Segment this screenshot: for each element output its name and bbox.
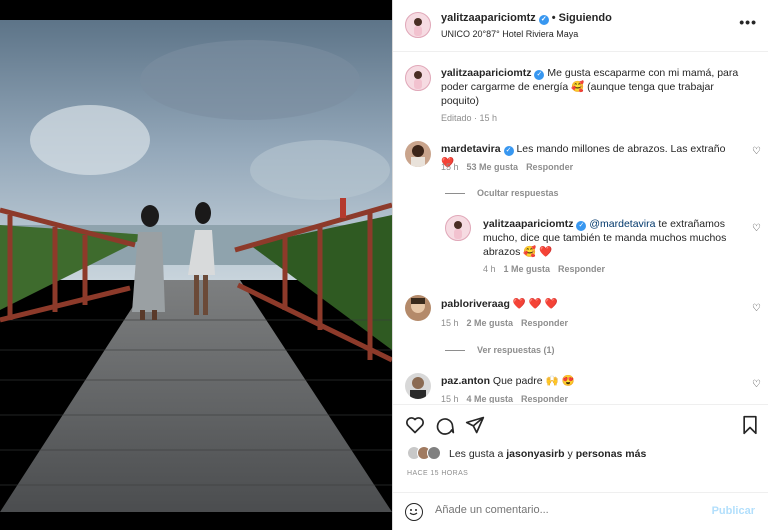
comment-text: ❤️ ❤️ ❤️ xyxy=(512,298,558,310)
reply-username[interactable]: yalitzaapariciomtz xyxy=(483,218,573,230)
post-photo[interactable] xyxy=(0,20,392,512)
post-sidebar: yalitzaapariciomtz ✓ • Siguiendo UNICO 20°8… xyxy=(392,0,768,530)
comment-time: 15 h xyxy=(441,394,459,403)
comment-composer: Publicar xyxy=(393,492,768,530)
comment-likes[interactable]: 4 Me gusta xyxy=(467,394,514,403)
comment-like-heart-icon[interactable]: ♡ xyxy=(752,303,761,314)
comment-text: Que padre xyxy=(492,375,543,387)
comment-like-heart-icon[interactable]: ♡ xyxy=(752,146,761,157)
following-button[interactable]: Siguiendo xyxy=(559,12,612,24)
post-location[interactable]: UNICO 20°87° Hotel Riviera Maya xyxy=(441,29,578,39)
commenter-avatar[interactable] xyxy=(405,141,431,167)
comment-like-heart-icon[interactable]: ♡ xyxy=(752,379,761,390)
reply-likes[interactable]: 1 Me gusta xyxy=(504,264,551,274)
caption-avatar[interactable] xyxy=(405,65,431,91)
reply-emoji: 🥰 ❤️ xyxy=(523,246,553,258)
post-header: yalitzaapariciomtz ✓ • Siguiendo UNICO 20°8… xyxy=(393,0,768,52)
post-actions xyxy=(393,404,768,444)
reply-like-heart-icon[interactable]: ♡ xyxy=(752,223,761,234)
reply-button[interactable]: Responder xyxy=(521,318,568,328)
hide-replies-button[interactable]: Ocultar respuestas xyxy=(445,188,559,198)
reply-button[interactable]: Responder xyxy=(521,394,568,403)
comment-username[interactable]: mardetavira xyxy=(441,143,501,155)
comment-text: Les mando millones de abrazos. Las extra… xyxy=(516,143,726,155)
comment-meta: 15 h 4 Me gusta Responder xyxy=(441,394,568,403)
share-icon[interactable] xyxy=(465,415,485,435)
heart-icon[interactable] xyxy=(405,415,425,435)
bookmark-icon[interactable] xyxy=(741,415,759,435)
caption: yalitzaapariciomtz ✓ Me gusta escaparme c… xyxy=(441,66,751,108)
reply-button[interactable]: Responder xyxy=(558,264,605,274)
photo-top-bar xyxy=(0,0,392,20)
verified-icon: ✓ xyxy=(538,15,549,25)
verified-icon: ✓ xyxy=(534,70,545,80)
author-username[interactable]: yalitzaapariciomtz xyxy=(441,12,536,24)
publish-button[interactable]: Publicar xyxy=(712,505,755,517)
caption-username[interactable]: yalitzaapariciomtz xyxy=(441,67,531,79)
comment-likes[interactable]: 2 Me gusta xyxy=(467,318,514,328)
likes-prefix: Les gusta a xyxy=(449,448,504,460)
reply-meta: 4 h 1 Me gusta Responder xyxy=(483,264,605,274)
comment-time: 15 h xyxy=(441,162,459,172)
reply-avatar[interactable] xyxy=(445,215,471,241)
likes-others-link[interactable]: personas más xyxy=(576,448,647,460)
likes-conj: y xyxy=(567,448,573,460)
comment: paz.anton Que padre 🙌 😍 xyxy=(441,374,741,388)
comment: pabloriveraag ❤️ ❤️ ❤️ xyxy=(441,297,741,311)
comment-input[interactable] xyxy=(435,504,695,516)
comment-username[interactable]: pabloriveraag xyxy=(441,298,510,310)
comment-icon[interactable] xyxy=(435,415,455,435)
liker-avatar[interactable] xyxy=(427,446,441,460)
photo-bottom-bar xyxy=(0,512,392,530)
comment-time: 15 h xyxy=(441,318,459,328)
comments-list[interactable]: yalitzaapariciomtz ✓ Me gusta escaparme c… xyxy=(393,53,768,403)
comment-username[interactable]: paz.anton xyxy=(441,375,490,387)
commenter-avatar[interactable] xyxy=(405,295,431,321)
reply-mention[interactable]: @mardetavira xyxy=(589,218,655,230)
verified-icon: ✓ xyxy=(576,221,587,231)
caption-meta: Editado · 15 h xyxy=(441,113,498,123)
reply-button[interactable]: Responder xyxy=(526,162,573,172)
beach-pier-photo xyxy=(0,20,392,512)
comment-meta: 15 h 53 Me gusta Responder xyxy=(441,162,573,172)
more-icon[interactable]: ••• xyxy=(739,14,757,30)
view-replies-button[interactable]: Ver respuestas (1) xyxy=(445,345,555,355)
verified-icon: ✓ xyxy=(503,146,514,156)
comment-likes[interactable]: 53 Me gusta xyxy=(467,162,519,172)
author-avatar[interactable] xyxy=(405,12,431,38)
comment-meta: 15 h 2 Me gusta Responder xyxy=(441,318,568,328)
likes-summary: Les gusta a jasonyasirb y personas más xyxy=(407,446,767,464)
comment-emoji: 🙌 😍 xyxy=(545,375,575,387)
emoji-icon[interactable] xyxy=(405,503,423,521)
commenter-avatar[interactable] xyxy=(405,373,431,399)
reply-time: 4 h xyxy=(483,264,496,274)
liker-username[interactable]: jasonyasirb xyxy=(506,448,564,460)
post-timestamp[interactable]: HACE 15 HORAS xyxy=(407,470,468,477)
reply-comment: yalitzaapariciomtz ✓ @mardetavira te extr… xyxy=(483,217,741,259)
